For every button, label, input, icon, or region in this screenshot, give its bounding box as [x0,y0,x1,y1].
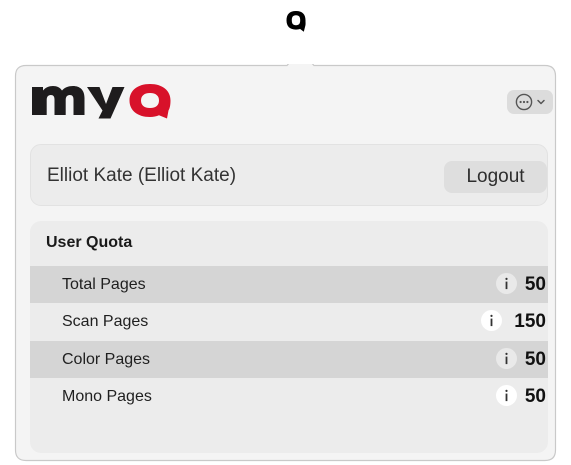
more-options-button[interactable] [507,90,553,114]
quota-label: Scan Pages [62,313,149,330]
info-icon[interactable] [496,273,517,294]
quota-value: 150 [514,311,546,332]
info-icon[interactable] [496,348,517,369]
quota-label: Color Pages [62,351,151,368]
ellipsis-circle-icon [515,93,532,111]
quota-value: 50 [524,349,546,370]
quota-title: User Quota [46,234,133,251]
info-icon[interactable] [481,310,502,331]
quota-row-mono-pages: Mono Pages 50 [30,378,548,415]
quota-row-scan-pages: Scan Pages 150 [30,303,548,340]
myq-logo [32,84,171,119]
user-card: Elliot Kate (Elliot Kate) Logout [30,144,548,206]
info-icon[interactable] [496,385,517,406]
quota-value: 50 [524,386,546,407]
quota-row-total-pages: Total Pages 50 [30,266,548,303]
quota-row-color-pages: Color Pages 50 [30,341,548,378]
quota-value: 50 [524,274,546,295]
myq-menubar-icon[interactable] [284,9,308,33]
quota-label: Mono Pages [62,388,152,405]
logout-button[interactable]: Logout [444,161,547,193]
myq-popover: Elliot Kate (Elliot Kate) Logout User Qu… [14,64,557,462]
quota-label: Total Pages [62,276,146,293]
user-display-name: Elliot Kate (Elliot Kate) [47,165,237,186]
chevron-down-icon [536,99,545,105]
user-quota-card: User Quota Total Pages 50 Scan Pages 150… [30,221,548,453]
